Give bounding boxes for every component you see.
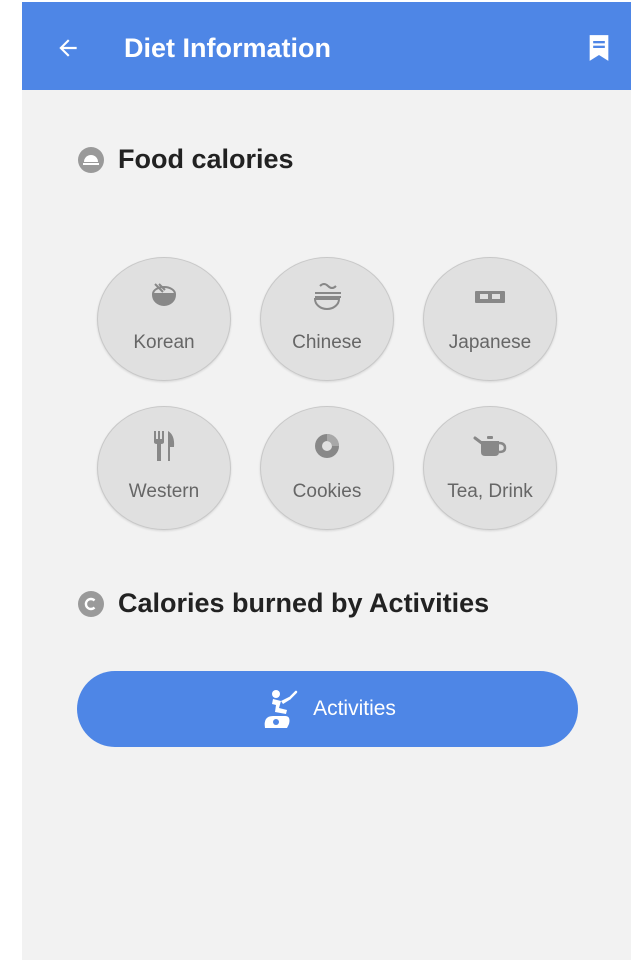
food-category-cookies[interactable]: Cookies [260, 406, 394, 530]
app-bar: Diet Information [22, 2, 631, 90]
food-category-label: Japanese [448, 332, 532, 353]
activities-button[interactable]: Activities [77, 671, 578, 747]
fork-knife-icon [154, 431, 175, 461]
bookmark-button[interactable] [581, 30, 617, 66]
food-category-western[interactable]: Western [97, 406, 231, 530]
food-category-japanese[interactable]: Japanese [423, 257, 557, 381]
arrow-left-icon [59, 39, 77, 57]
bento-box-icon [475, 291, 505, 303]
food-category-chinese[interactable]: Chinese [260, 257, 394, 381]
food-category-label: Cookies [292, 481, 362, 502]
food-category-tea-drink[interactable]: Tea, Drink [423, 406, 557, 530]
food-category-korean[interactable]: Korean [97, 257, 231, 381]
food-calories-title: Food calories [118, 144, 294, 174]
rice-bowl-icon [151, 283, 177, 306]
donut-icon [315, 434, 339, 458]
activities-button-label: Activities [313, 697, 396, 720]
page-title: Diet Information [124, 33, 331, 63]
letter-c-icon [78, 590, 104, 617]
bookmark-icon [589, 35, 609, 61]
back-button[interactable] [48, 28, 88, 68]
food-category-label: Western [128, 481, 200, 502]
food-category-label: Chinese [292, 332, 362, 353]
exercise-bike-icon [264, 690, 298, 728]
activities-title: Calories burned by Activities [118, 588, 490, 618]
plate-cover-icon [78, 146, 104, 173]
noodle-bowl-icon [313, 283, 341, 310]
food-category-label: Tea, Drink [447, 481, 533, 502]
food-category-label: Korean [133, 332, 195, 353]
screen: Diet Information Food calories Korean Ch… [22, 2, 631, 960]
activities-header: Calories burned by Activities [78, 588, 489, 619]
teapot-icon [473, 436, 507, 456]
food-calories-header: Food calories [78, 144, 294, 175]
